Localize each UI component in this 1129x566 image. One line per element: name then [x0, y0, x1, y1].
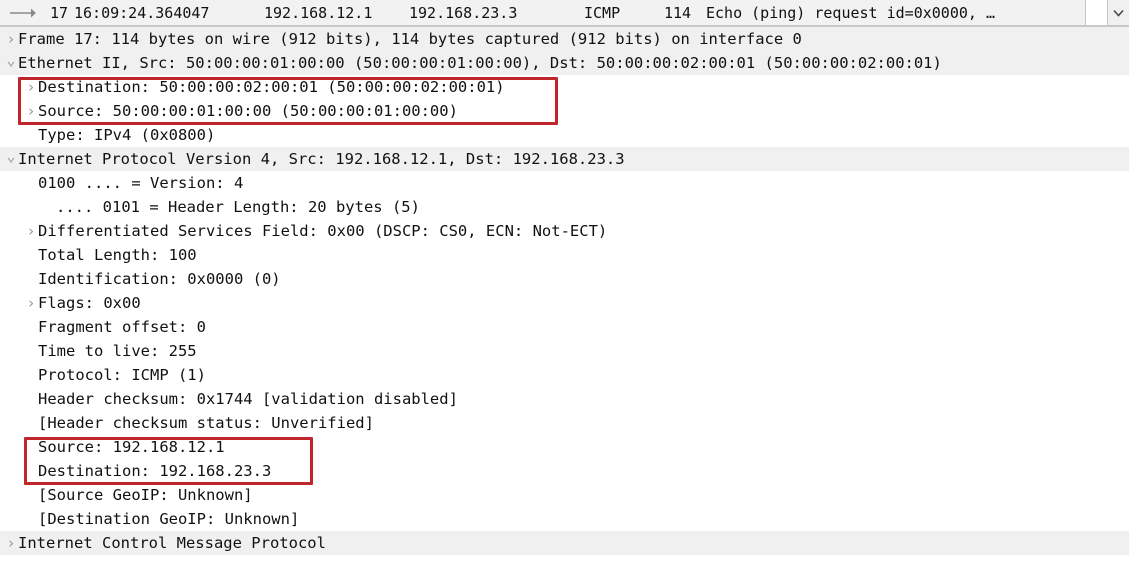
tree-row[interactable]: Identification: 0x0000 (0)	[0, 267, 1129, 291]
packet-list-row[interactable]: 17 16:09:24.364047 192.168.12.1 192.168.…	[0, 0, 1129, 27]
packet-info: Echo (ping) request id=0x0000, …	[706, 3, 995, 22]
chevron-down-icon[interactable]: ⌄	[4, 48, 18, 72]
tree-row-label: Destination: 50:00:00:02:00:01 (50:00:00…	[38, 78, 505, 96]
tree-row[interactable]: › Destination: 50:00:00:02:00:01 (50:00:0…	[0, 75, 1129, 99]
tree-row-label: Source: 50:00:00:01:00:00 (50:00:00:01:0…	[38, 102, 458, 120]
tree-row[interactable]: › Frame 17: 114 bytes on wire (912 bits),…	[0, 27, 1129, 51]
tree-row[interactable]: › Source: 50:00:00:01:00:00 (50:00:00:01:…	[0, 99, 1129, 123]
tree-row-label: [Destination GeoIP: Unknown]	[38, 510, 300, 528]
tree-row-label: Type: IPv4 (0x0800)	[38, 126, 216, 144]
tree-row-label: Internet Control Message Protocol	[18, 534, 326, 552]
tree-row-label: Ethernet II, Src: 50:00:00:01:00:00 (50:…	[18, 54, 942, 72]
tree-row[interactable]: 0100 .... = Version: 4	[0, 171, 1129, 195]
tree-row[interactable]: › Flags: 0x00	[0, 291, 1129, 315]
tree-row[interactable]: [Source GeoIP: Unknown]	[0, 483, 1129, 507]
tree-row[interactable]: Protocol: ICMP (1)	[0, 363, 1129, 387]
tree-row-label: Frame 17: 114 bytes on wire (912 bits), …	[18, 30, 802, 48]
tree-row[interactable]: › Differentiated Services Field: 0x00 (DS…	[0, 219, 1129, 243]
chevron-right-icon[interactable]: ›	[24, 219, 38, 243]
tree-row-label: 0100 .... = Version: 4	[38, 174, 244, 192]
tree-row-label: Flags: 0x00	[38, 294, 141, 312]
tree-row-label: Destination: 192.168.23.3	[38, 462, 272, 480]
tree-row-label: [Header checksum status: Unverified]	[38, 414, 374, 432]
packet-list-scrollbar[interactable]	[1085, 0, 1129, 25]
chevron-right-icon[interactable]: ›	[24, 75, 38, 99]
tree-row-label: Header checksum: 0x1744 [validation disa…	[38, 390, 458, 408]
tree-row-label: [Source GeoIP: Unknown]	[38, 486, 253, 504]
tree-row[interactable]: Header checksum: 0x1744 [validation disa…	[0, 387, 1129, 411]
scrollbar-track[interactable]	[1086, 0, 1108, 25]
tree-row-label: Differentiated Services Field: 0x00 (DSC…	[38, 222, 608, 240]
chevron-down-icon[interactable]: ⌄	[4, 144, 18, 168]
packet-source: 192.168.12.1	[264, 3, 373, 22]
tree-row-label: Total Length: 100	[38, 246, 197, 264]
packet-no: 17	[49, 3, 68, 22]
tree-row[interactable]: › Internet Control Message Protocol	[0, 531, 1129, 555]
tree-row[interactable]: Source: 192.168.12.1	[0, 435, 1129, 459]
tree-row[interactable]: Time to live: 255	[0, 339, 1129, 363]
chevron-right-icon[interactable]: ›	[24, 291, 38, 315]
tree-row-label: Fragment offset: 0	[38, 318, 206, 336]
tree-row-label: Time to live: 255	[38, 342, 197, 360]
tree-row[interactable]: Type: IPv4 (0x0800)	[0, 123, 1129, 147]
tree-row[interactable]: Fragment offset: 0	[0, 315, 1129, 339]
wireshark-packet-detail-window: 17 16:09:24.364047 192.168.12.1 192.168.…	[0, 0, 1129, 566]
tree-row[interactable]: Destination: 192.168.23.3	[0, 459, 1129, 483]
chevron-down-icon[interactable]	[1108, 0, 1129, 25]
tree-row-label: Internet Protocol Version 4, Src: 192.16…	[18, 150, 625, 168]
tree-row-label: .... 0101 = Header Length: 20 bytes (5)	[56, 198, 420, 216]
tree-row[interactable]: [Destination GeoIP: Unknown]	[0, 507, 1129, 531]
tree-row-label: Source: 192.168.12.1	[38, 438, 225, 456]
tree-row[interactable]: .... 0101 = Header Length: 20 bytes (5)	[0, 195, 1129, 219]
tree-row[interactable]: Total Length: 100	[0, 243, 1129, 267]
tree-row-label: Identification: 0x0000 (0)	[38, 270, 281, 288]
packet-destination: 192.168.23.3	[409, 3, 518, 22]
tree-row-label: Protocol: ICMP (1)	[38, 366, 206, 384]
chevron-right-icon[interactable]: ›	[24, 99, 38, 123]
packet-time: 16:09:24.364047	[74, 3, 210, 22]
packet-protocol: ICMP	[584, 3, 621, 22]
tree-row[interactable]: ⌄ Ethernet II, Src: 50:00:00:01:00:00 (50…	[0, 51, 1129, 75]
tree-row[interactable]: [Header checksum status: Unverified]	[0, 411, 1129, 435]
chevron-right-icon[interactable]: ›	[4, 531, 18, 555]
tree-row[interactable]: ⌄ Internet Protocol Version 4, Src: 192.1…	[0, 147, 1129, 171]
arrow-right-icon	[0, 7, 46, 19]
packet-length: 114	[664, 3, 692, 22]
packet-detail-tree[interactable]: › Frame 17: 114 bytes on wire (912 bits),…	[0, 27, 1129, 555]
